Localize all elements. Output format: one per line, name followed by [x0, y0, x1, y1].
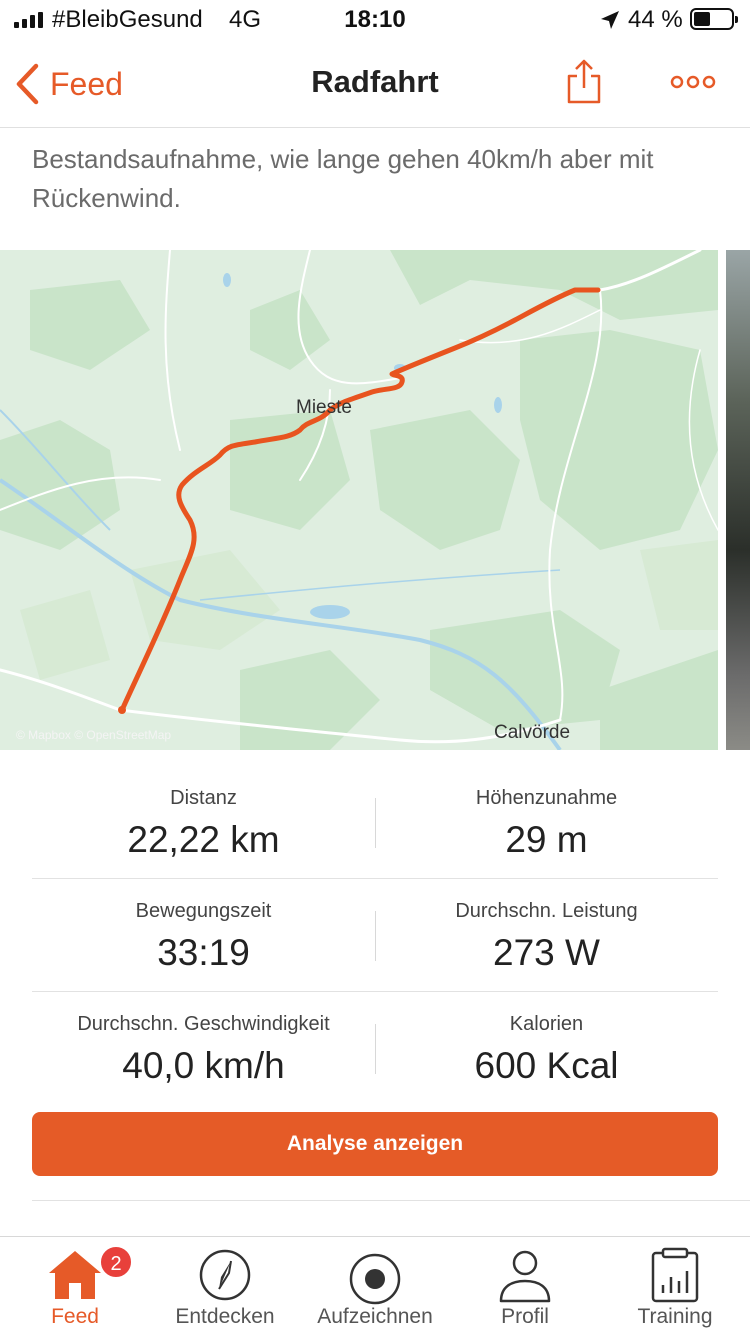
profile-icon	[499, 1250, 551, 1303]
stat-value: 600 Kcal	[474, 1045, 619, 1086]
chevron-left-icon	[16, 63, 39, 105]
stat-average-power: Durchschn. Leistung 273 W	[375, 879, 718, 975]
stat-label: Durchschn. Geschwindigkeit	[77, 1013, 330, 1035]
stat-row: Durchschn. Geschwindigkeit 40,0 km/h Kal…	[32, 992, 718, 1105]
tab-feed[interactable]: 2 Feed	[0, 1237, 150, 1334]
battery-icon	[690, 8, 738, 30]
lake	[310, 605, 350, 619]
tab-label: Entdecken	[175, 1305, 275, 1328]
map-canvas	[0, 250, 718, 750]
stat-distance: Distanz 22,22 km	[32, 766, 375, 862]
share-icon[interactable]	[562, 58, 606, 106]
training-icon	[651, 1247, 699, 1303]
activity-stats: Distanz 22,22 km Höhenzunahme 29 m Beweg…	[32, 766, 718, 1105]
status-bar: #BleibGesund 4G 18:10 44 %	[0, 0, 750, 40]
battery-percentage: 44 %	[628, 6, 683, 33]
show-analysis-button[interactable]: Analyse anzeigen	[32, 1112, 718, 1176]
map-label-mieste: Mieste	[296, 397, 352, 418]
stat-value: 273 W	[493, 932, 600, 973]
stat-label: Distanz	[170, 787, 237, 809]
compass-icon	[199, 1249, 251, 1301]
stat-elevation-gain: Höhenzunahme 29 m	[375, 766, 718, 862]
stat-label: Höhenzunahme	[475, 787, 618, 809]
navigation-bar: Feed Radfahrt	[0, 40, 750, 128]
stat-label: Bewegungszeit	[135, 900, 272, 922]
route-map[interactable]: Mieste Calvörde © Mapbox © OpenStreetMap	[0, 250, 718, 750]
more-options-icon[interactable]	[668, 70, 718, 94]
tab-label: Aufzeichnen	[317, 1305, 433, 1328]
tab-label: Profil	[501, 1305, 549, 1328]
tab-entdecken[interactable]: Entdecken	[150, 1237, 300, 1334]
pond	[223, 273, 231, 287]
home-icon	[49, 1251, 101, 1299]
stat-value: 33:19	[157, 932, 250, 973]
tab-label: Training	[637, 1305, 713, 1328]
notification-badge: 2	[99, 1245, 133, 1279]
activity-photo-thumbnail[interactable]	[726, 250, 750, 750]
route-start-marker	[118, 706, 126, 714]
stat-value: 22,22 km	[127, 819, 280, 860]
activity-description: Bestandsaufnahme, wie lange gehen 40km/h…	[32, 144, 654, 213]
stat-label: Durchschn. Leistung	[455, 900, 638, 922]
stat-row: Distanz 22,22 km Höhenzunahme 29 m	[32, 766, 718, 879]
pond	[494, 397, 502, 413]
stat-calories: Kalorien 600 Kcal	[375, 992, 718, 1088]
back-label: Feed	[50, 65, 123, 102]
tab-bar: 2 Feed Entdecken Aufzeichnen Profil Trai…	[0, 1236, 750, 1334]
stat-average-speed: Durchschn. Geschwindigkeit 40,0 km/h	[32, 992, 375, 1088]
map-attribution[interactable]: © Mapbox © OpenStreetMap	[16, 728, 171, 742]
divider	[32, 1200, 750, 1201]
tab-training[interactable]: Training	[600, 1237, 750, 1334]
tab-profil[interactable]: Profil	[450, 1237, 600, 1334]
tab-aufzeichnen[interactable]: Aufzeichnen	[300, 1237, 450, 1334]
stat-label: Kalorien	[509, 1013, 584, 1035]
map-label-calvoerde: Calvörde	[494, 722, 571, 743]
back-button[interactable]: Feed	[14, 60, 123, 108]
stat-value: 29 m	[505, 819, 588, 860]
tab-label: Feed	[51, 1305, 99, 1328]
stat-value: 40,0 km/h	[122, 1045, 285, 1086]
location-arrow-icon	[601, 11, 619, 29]
stat-row: Bewegungszeit 33:19 Durchschn. Leistung …	[32, 879, 718, 992]
record-icon	[349, 1253, 401, 1305]
stat-moving-time: Bewegungszeit 33:19	[32, 879, 375, 975]
